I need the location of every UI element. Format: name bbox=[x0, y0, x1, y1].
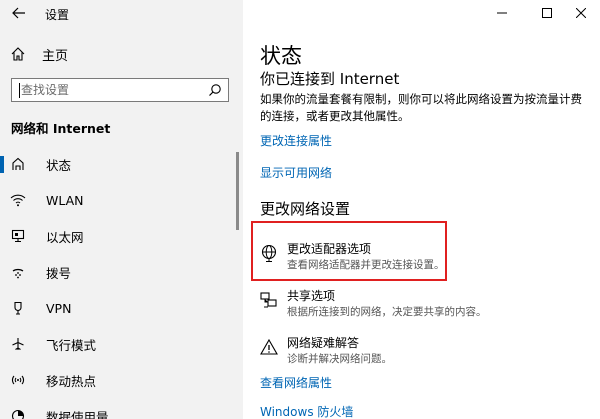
search-icon[interactable] bbox=[208, 83, 222, 97]
back-arrow-icon bbox=[12, 7, 25, 19]
search-box[interactable] bbox=[11, 78, 229, 102]
hotspot-icon bbox=[10, 372, 26, 388]
back-button[interactable] bbox=[8, 3, 30, 23]
sidebar-item-label: 以太网 bbox=[46, 229, 84, 245]
change-connection-properties-link[interactable]: 更改连接属性 bbox=[260, 132, 332, 149]
search-input[interactable] bbox=[12, 79, 202, 101]
wifi-icon bbox=[10, 192, 26, 208]
home-icon bbox=[11, 47, 25, 61]
sidebar-item-data-usage[interactable]: 数据使用量 bbox=[0, 398, 243, 419]
sharing-options[interactable]: 共享选项 根据所连接到的网络，决定要共享的内容。 bbox=[260, 287, 580, 331]
sidebar-item-status[interactable]: 状态 bbox=[0, 146, 243, 182]
sidebar-nav: 状态 WLAN 以太网 拨号 VPN 飞行模式 移动热点 数据使用量 bbox=[0, 146, 243, 419]
sidebar-item-label: WLAN bbox=[46, 192, 84, 208]
close-icon bbox=[576, 8, 586, 18]
main-content: 状态 你已连接到 Internet 如果你的流量套餐有限制，则你可以将此网络设置… bbox=[243, 0, 600, 419]
section-title: 网络和 Internet bbox=[11, 121, 111, 136]
view-network-properties-link[interactable]: 查看网络属性 bbox=[260, 374, 332, 391]
close-button[interactable] bbox=[561, 0, 600, 26]
highlight-box bbox=[251, 221, 447, 281]
ethernet-icon bbox=[10, 228, 26, 244]
vpn-icon bbox=[10, 300, 26, 316]
option-title: 共享选项 bbox=[287, 289, 336, 303]
home-link[interactable]: 主页 bbox=[10, 43, 68, 65]
warning-icon bbox=[260, 338, 278, 355]
dialup-icon bbox=[10, 264, 26, 280]
network-troubleshooter[interactable]: 网络疑难解答 诊断并解决网络问题。 bbox=[260, 334, 580, 378]
sidebar: 设置 主页 网络和 Internet 状态 WLAN 以太网 拨号 VPN bbox=[0, 0, 243, 419]
airplane-icon bbox=[10, 336, 26, 352]
option-description: 根据所连接到的网络，决定要共享的内容。 bbox=[287, 306, 487, 318]
home-status-icon bbox=[10, 156, 26, 172]
sharing-icon bbox=[260, 292, 277, 308]
sidebar-item-vpn[interactable]: VPN bbox=[0, 290, 243, 326]
maximize-icon bbox=[542, 8, 552, 18]
data-usage-icon bbox=[10, 408, 26, 419]
windows-firewall-link[interactable]: Windows 防火墙 bbox=[260, 403, 353, 419]
minimize-icon bbox=[497, 12, 507, 14]
sidebar-item-hotspot[interactable]: 移动热点 bbox=[0, 362, 243, 398]
status-heading: 你已连接到 Internet bbox=[260, 70, 400, 88]
sidebar-item-label: 数据使用量 bbox=[46, 409, 109, 419]
sidebar-item-dialup[interactable]: 拨号 bbox=[0, 254, 243, 290]
sidebar-item-label: VPN bbox=[46, 300, 72, 316]
status-description: 如果你的流量套餐有限制，则你可以将此网络设置为按流量计费的连接，或者更改其他属性… bbox=[260, 92, 582, 123]
app-title: 设置 bbox=[45, 8, 70, 22]
titlebar-left: 设置 bbox=[0, 0, 243, 26]
sidebar-item-airplane[interactable]: 飞行模式 bbox=[0, 326, 243, 362]
sidebar-item-label: 飞行模式 bbox=[46, 337, 97, 353]
change-settings-heading: 更改网络设置 bbox=[260, 200, 351, 218]
minimize-button[interactable] bbox=[482, 0, 522, 26]
show-available-networks-link[interactable]: 显示可用网络 bbox=[260, 164, 332, 181]
sidebar-item-wlan[interactable]: WLAN bbox=[0, 182, 243, 218]
option-description: 诊断并解决网络问题。 bbox=[287, 353, 392, 365]
sidebar-item-label: 状态 bbox=[46, 157, 72, 173]
page-title: 状态 bbox=[260, 44, 302, 68]
sidebar-item-label: 移动热点 bbox=[46, 373, 97, 389]
home-label: 主页 bbox=[42, 48, 69, 64]
option-title: 网络疑难解答 bbox=[287, 336, 360, 350]
sidebar-scrollbar[interactable] bbox=[236, 152, 239, 230]
sidebar-item-label: 拨号 bbox=[46, 265, 72, 281]
sidebar-item-ethernet[interactable]: 以太网 bbox=[0, 218, 243, 254]
